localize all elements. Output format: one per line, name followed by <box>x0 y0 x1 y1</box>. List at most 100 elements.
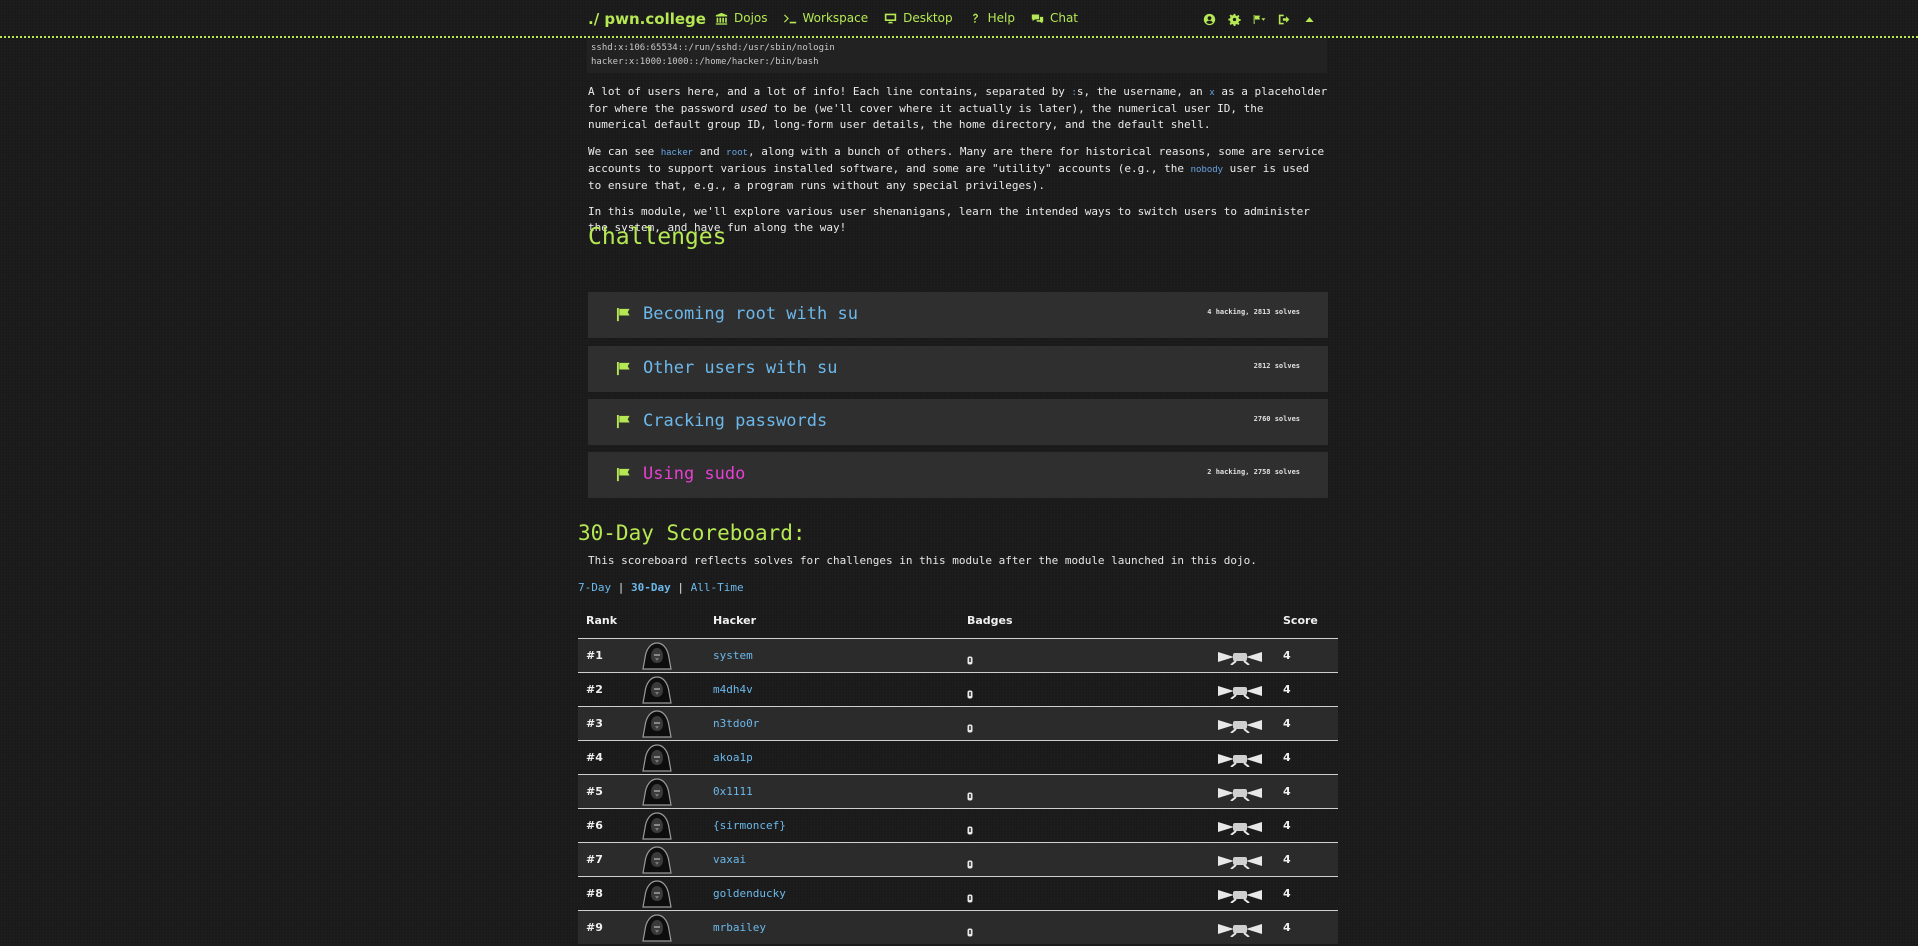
hacker-link[interactable]: vaxai <box>713 853 746 866</box>
column-rank: Rank <box>586 614 618 627</box>
hacker-avatar <box>642 846 672 874</box>
flag-dropdown[interactable] <box>1253 11 1266 30</box>
badge-icon[interactable] <box>967 786 973 801</box>
hacker-link[interactable]: 0x1111 <box>713 785 753 798</box>
badge-icon[interactable] <box>967 684 973 699</box>
score-cell: 4 <box>1283 785 1291 798</box>
hacker-avatar <box>642 676 672 704</box>
score-cell: 4 <box>1283 853 1291 866</box>
badge-icon[interactable] <box>967 854 973 869</box>
rank-cell: #3 <box>586 717 603 730</box>
inline-code: nobody <box>1190 165 1224 175</box>
challenge-solves: 4 hacking, 2813 solves <box>1207 308 1300 316</box>
rank-cell: #6 <box>586 819 603 832</box>
nav-dojos[interactable]: Dojos <box>715 11 768 25</box>
challenge-title: Using sudo <box>643 464 746 484</box>
badge-icon[interactable] <box>967 650 973 665</box>
challenge-title: Cracking passwords <box>643 411 828 431</box>
column-hacker: Hacker <box>713 614 757 627</box>
hacker-link[interactable]: mrbailey <box>713 921 766 934</box>
badge-icon[interactable] <box>967 888 973 903</box>
module-content: sshd:x:106:65534::/run/sshd:/usr/sbin/no… <box>587 38 1328 234</box>
score-cell: 4 <box>1283 887 1291 900</box>
belt-icon <box>1218 785 1262 802</box>
table-row: #8 goldenducky 4 <box>578 876 1338 910</box>
score-cell: 4 <box>1283 683 1291 696</box>
emphasis: used <box>740 102 767 115</box>
column-badges: Badges <box>967 614 1013 627</box>
nav-desktop[interactable]: Desktop <box>884 11 953 25</box>
belt-icon <box>1218 853 1262 870</box>
nav-links: Dojos Workspace Desktop Help Chat <box>715 11 1078 25</box>
challenge-item[interactable]: Cracking passwords 2760 solves <box>588 399 1328 445</box>
caret-up-icon <box>1305 17 1314 22</box>
table-row: #9 mrbailey 4 <box>578 910 1338 944</box>
rank-cell: #8 <box>586 887 603 900</box>
hacker-link[interactable]: {sirmoncef} <box>713 819 786 832</box>
badge-icon[interactable] <box>967 718 973 733</box>
user-circle-icon <box>1203 13 1216 26</box>
tab-7-day[interactable]: 7-Day <box>578 581 611 594</box>
building-columns-icon <box>715 12 728 25</box>
rank-cell: #4 <box>586 751 603 764</box>
nav-workspace-label: Workspace <box>802 11 869 25</box>
code-line: sshd:x:106:65534::/run/sshd:/usr/sbin/no… <box>591 43 835 53</box>
rank-cell: #5 <box>586 785 603 798</box>
hacker-link[interactable]: n3tdo0r <box>713 717 759 730</box>
challenge-title: Other users with su <box>643 358 838 378</box>
nav-workspace[interactable]: Workspace <box>783 11 869 25</box>
hacker-link[interactable]: goldenducky <box>713 887 786 900</box>
hacker-link[interactable]: m4dh4v <box>713 683 753 696</box>
belt-icon <box>1218 649 1262 666</box>
terminal-icon <box>783 13 796 23</box>
table-row: #6 {sirmoncef} 4 <box>578 808 1338 842</box>
challenge-solves: 2812 solves <box>1253 362 1300 370</box>
challenge-solves: 2760 solves <box>1253 415 1300 423</box>
logout-link[interactable] <box>1278 11 1291 30</box>
tab-30-day[interactable]: 30-Day <box>631 581 671 594</box>
tab-separator: | <box>617 581 625 594</box>
hacker-avatar <box>642 778 672 806</box>
hacker-avatar <box>642 880 672 908</box>
code-line: hacker:x:1000:1000::/home/hacker:/bin/ba… <box>591 57 819 67</box>
challenge-item[interactable]: Becoming root with su 4 hacking, 2813 so… <box>588 292 1328 338</box>
belt-icon <box>1218 921 1262 938</box>
hacker-link[interactable]: akoa1p <box>713 751 753 764</box>
nav-chat[interactable]: Chat <box>1031 11 1078 25</box>
flag-icon <box>616 414 630 429</box>
settings-icon <box>1228 13 1241 27</box>
belt-icon <box>1218 819 1262 836</box>
collapse-toggle[interactable] <box>1303 11 1316 30</box>
scoreboard-description: This scoreboard reflects solves for chal… <box>588 554 1257 567</box>
table-header: Rank Hacker Badges Score <box>578 608 1338 638</box>
score-cell: 4 <box>1283 751 1291 764</box>
desktop-icon <box>884 13 897 23</box>
challenge-item[interactable]: Other users with su 2812 solves <box>588 346 1328 392</box>
hacker-avatar <box>642 710 672 738</box>
challenge-item[interactable]: Using sudo 2 hacking, 2758 solves <box>588 452 1328 498</box>
flag-dropdown-icon <box>1253 14 1266 25</box>
table-row: #7 vaxai 4 <box>578 842 1338 876</box>
tab-all-time[interactable]: All-Time <box>691 581 744 594</box>
question-icon <box>972 13 978 23</box>
badge-icon[interactable] <box>967 820 973 835</box>
logout-icon <box>1278 14 1290 25</box>
nav-help[interactable]: Help <box>969 11 1015 25</box>
score-cell: 4 <box>1283 819 1291 832</box>
settings-link[interactable] <box>1228 11 1241 30</box>
table-row: #2 m4dh4v 4 <box>578 672 1338 706</box>
score-cell: 4 <box>1283 717 1291 730</box>
flag-icon <box>616 361 630 376</box>
flag-icon <box>616 307 630 322</box>
belt-icon <box>1218 683 1262 700</box>
nav-dojos-label: Dojos <box>734 11 768 25</box>
inline-code: root <box>726 148 748 158</box>
navbar: ./ pwn.college Dojos Workspace Desktop H… <box>0 0 1918 38</box>
hacker-link[interactable]: system <box>713 649 753 662</box>
table-row: #5 0x1111 4 <box>578 774 1338 808</box>
brand-link[interactable]: ./ pwn.college <box>588 10 706 28</box>
user-profile-link[interactable] <box>1203 11 1216 30</box>
rank-cell: #2 <box>586 683 603 696</box>
inline-code: hacker <box>660 148 694 158</box>
rank-cell: #7 <box>586 853 603 866</box>
